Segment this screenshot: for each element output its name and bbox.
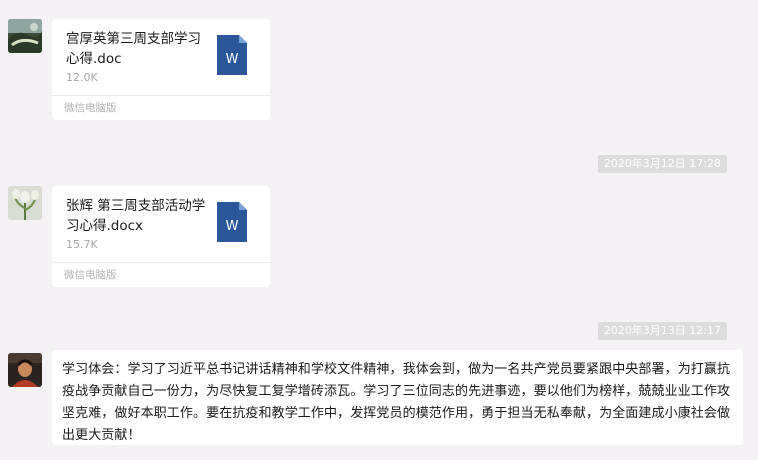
sender-avatar-flower[interactable] xyxy=(8,186,42,220)
file-size: 15.7K xyxy=(66,238,98,251)
file-size: 12.0K xyxy=(66,71,98,84)
file-source-label: 微信电脑版 xyxy=(64,102,117,114)
word-icon-letter: W xyxy=(226,52,239,67)
message-text: 学习体会：学习了习近平总书记讲话精神和学校文件精神，我体会到，做为一名共产党员要… xyxy=(62,362,731,443)
file-name: 宫厚英第三周支部学习心得.doc xyxy=(66,31,201,67)
message-timestamp: 2020年3月12日 17:28 xyxy=(597,155,727,173)
sender-avatar-landscape[interactable] xyxy=(8,19,42,53)
file-message-card[interactable]: 宫厚英第三周支部学习心得.doc 12.0K W 微信电脑版 xyxy=(52,19,270,120)
message-timestamp: 2020年3月13日 12:17 xyxy=(597,322,727,340)
card-divider xyxy=(52,262,270,263)
card-divider xyxy=(52,95,270,96)
word-doc-icon: W xyxy=(217,202,247,242)
sender-avatar-portrait[interactable] xyxy=(8,353,42,387)
file-name: 张辉 第三周支部活动学习心得.docx xyxy=(66,198,206,234)
file-message-card[interactable]: 张辉 第三周支部活动学习心得.docx 15.7K W 微信电脑版 xyxy=(52,186,270,287)
file-source-label: 微信电脑版 xyxy=(64,269,117,281)
word-icon-letter: W xyxy=(226,219,239,234)
word-doc-icon: W xyxy=(217,35,247,75)
text-message-bubble[interactable]: 学习体会：学习了习近平总书记讲话精神和学校文件精神，我体会到，做为一名共产党员要… xyxy=(52,350,743,445)
